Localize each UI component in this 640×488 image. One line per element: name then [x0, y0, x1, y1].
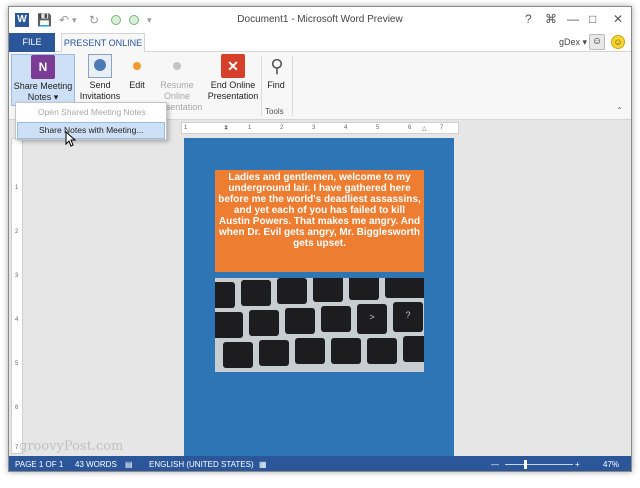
- word-count[interactable]: 43 WORDS: [75, 456, 117, 471]
- menu-item-open-shared-notes[interactable]: Open Shared Meeting Notes: [17, 104, 165, 121]
- proofing-icon[interactable]: ▤: [125, 456, 133, 471]
- keyboard-key: [321, 306, 351, 332]
- ribbon-divider: [292, 56, 293, 116]
- ruler-tick: 4: [344, 125, 348, 131]
- binoculars-icon: ⚲: [270, 56, 284, 76]
- page-count[interactable]: PAGE 1 OF 1: [15, 456, 63, 471]
- zoom-in-button[interactable]: +: [575, 456, 580, 471]
- zoom-out-button[interactable]: —: [491, 456, 499, 471]
- end-presentation-icon: ✕: [221, 54, 245, 78]
- keyboard-key: [223, 342, 253, 368]
- keyboard-key: ?: [393, 302, 423, 332]
- ruler-tick: 1: [184, 125, 188, 131]
- minimize-button[interactable]: —: [567, 11, 579, 27]
- keyboard-key: [349, 278, 379, 300]
- onenote-icon: N: [31, 55, 55, 79]
- ruler-tick: 6: [15, 405, 19, 411]
- window-title: Document1 - Microsoft Word Preview: [237, 14, 403, 25]
- zoom-slider[interactable]: [505, 464, 573, 465]
- send-invitations-button[interactable]: Send Invitations: [77, 54, 123, 102]
- zoom-slider-thumb[interactable]: [524, 460, 527, 469]
- edit-label: Edit: [129, 80, 145, 90]
- collapse-ribbon-icon[interactable]: ⌃: [616, 106, 623, 115]
- avatar[interactable]: ☺: [589, 34, 605, 50]
- keyboard-key: >: [357, 304, 387, 334]
- document-text-box[interactable]: Ladies and gentlemen, welcome to my unde…: [215, 170, 424, 272]
- keyboard-key: [367, 338, 397, 364]
- keyboard-image[interactable]: > ?: [215, 278, 424, 372]
- ruler-tick: 5: [15, 361, 19, 367]
- ribbon-divider: [261, 56, 262, 116]
- language[interactable]: ENGLISH (UNITED STATES): [149, 456, 254, 471]
- ruler-tick: 6: [408, 125, 412, 131]
- ruler-tick: 1: [15, 185, 19, 191]
- status-bar: PAGE 1 OF 1 43 WORDS ▤ ENGLISH (UNITED S…: [9, 456, 631, 471]
- keyboard-key: [249, 310, 279, 336]
- ruler-tick: 7: [440, 125, 444, 131]
- keyboard-key: [285, 308, 315, 334]
- keyboard-key: [331, 338, 361, 364]
- edit-dot-icon: [125, 54, 149, 78]
- vertical-ruler[interactable]: 1 2 3 4 5 6 7: [11, 138, 23, 454]
- zoom-level[interactable]: 47%: [603, 456, 619, 471]
- ruler-tick: 1: [248, 125, 252, 131]
- send-invitations-icon: [88, 54, 112, 78]
- macro-recording-icon[interactable]: ▦: [259, 456, 267, 471]
- keyboard-key: [403, 336, 424, 362]
- send-invitations-label: Invitations: [79, 91, 121, 101]
- end-online-label: Presentation: [207, 91, 259, 101]
- end-online-presentation-button[interactable]: ✕ End Online Presentation: [207, 54, 259, 102]
- tools-group-label: Tools: [265, 107, 284, 116]
- edit-button[interactable]: Edit: [125, 54, 149, 91]
- ruler-tick: 3: [15, 273, 19, 279]
- share-meeting-notes-button[interactable]: N Share Meeting Notes ▾: [11, 54, 75, 106]
- keyboard-key: [277, 278, 307, 304]
- ruler-right-indent-marker[interactable]: △: [422, 125, 427, 132]
- share-meeting-notes-label: Share Meeting: [13, 81, 73, 91]
- end-online-label: End Online: [210, 80, 256, 90]
- ruler-tick: 5: [376, 125, 380, 131]
- keyboard-key: [313, 278, 343, 302]
- keyboard-key: [215, 312, 243, 338]
- document-page[interactable]: Ladies and gentlemen, welcome to my unde…: [184, 138, 454, 456]
- smile-icon[interactable]: ☺: [611, 35, 625, 49]
- user-dropdown-icon[interactable]: ▾: [582, 37, 587, 47]
- share-meeting-notes-menu: Open Shared Meeting Notes Share Notes wi…: [15, 102, 167, 140]
- maximize-button[interactable]: □: [589, 11, 596, 27]
- ruler-tick: 7: [15, 445, 19, 451]
- resume-dot-icon: [165, 54, 189, 78]
- keyboard-key: [259, 340, 289, 366]
- watermark: groovyPost.com: [19, 439, 124, 454]
- ruler-indent-marker[interactable]: ⧗: [224, 125, 228, 132]
- keyboard-key: [215, 282, 235, 308]
- keyboard-key: [385, 278, 424, 298]
- send-invitations-label: Send: [89, 80, 111, 90]
- close-button[interactable]: ✕: [613, 11, 623, 27]
- ruler-tick: 2: [15, 229, 19, 235]
- word-window: W 💾 ↶ ▾ ↻ ▾ Document1 - Microsoft Word P…: [8, 6, 632, 472]
- ribbon-tabs: FILE PRESENT ONLINE gDex ▾ ☺ ☺: [9, 33, 631, 53]
- mouse-cursor-icon: [65, 131, 77, 147]
- tab-present-online[interactable]: PRESENT ONLINE: [61, 33, 145, 53]
- ruler-tick: 3: [312, 125, 316, 131]
- horizontal-ruler[interactable]: 1 ⧗ 1 2 3 4 5 6 △ 7: [181, 122, 459, 134]
- find-label: Find: [267, 80, 285, 90]
- tab-file[interactable]: FILE: [9, 33, 55, 52]
- help-button[interactable]: ?: [525, 11, 532, 27]
- resume-online-label: Resume Online: [160, 80, 194, 101]
- keyboard-key: [241, 280, 271, 306]
- user-name[interactable]: gDex ▾: [559, 37, 587, 48]
- ruler-tick: 4: [15, 317, 19, 323]
- ribbon-display-options-icon[interactable]: ⌘: [545, 11, 557, 27]
- ruler-tick: 2: [280, 125, 284, 131]
- menu-item-share-notes-with-meeting[interactable]: Share Notes with Meeting...: [17, 122, 165, 139]
- document-area[interactable]: 1 ⧗ 1 2 3 4 5 6 △ 7 1 2 3 4 5 6 7 Ladies…: [9, 120, 631, 456]
- find-button[interactable]: ⚲ Find: [265, 54, 287, 91]
- keyboard-key: [295, 338, 325, 364]
- title-bar: W 💾 ↶ ▾ ↻ ▾ Document1 - Microsoft Word P…: [9, 7, 631, 33]
